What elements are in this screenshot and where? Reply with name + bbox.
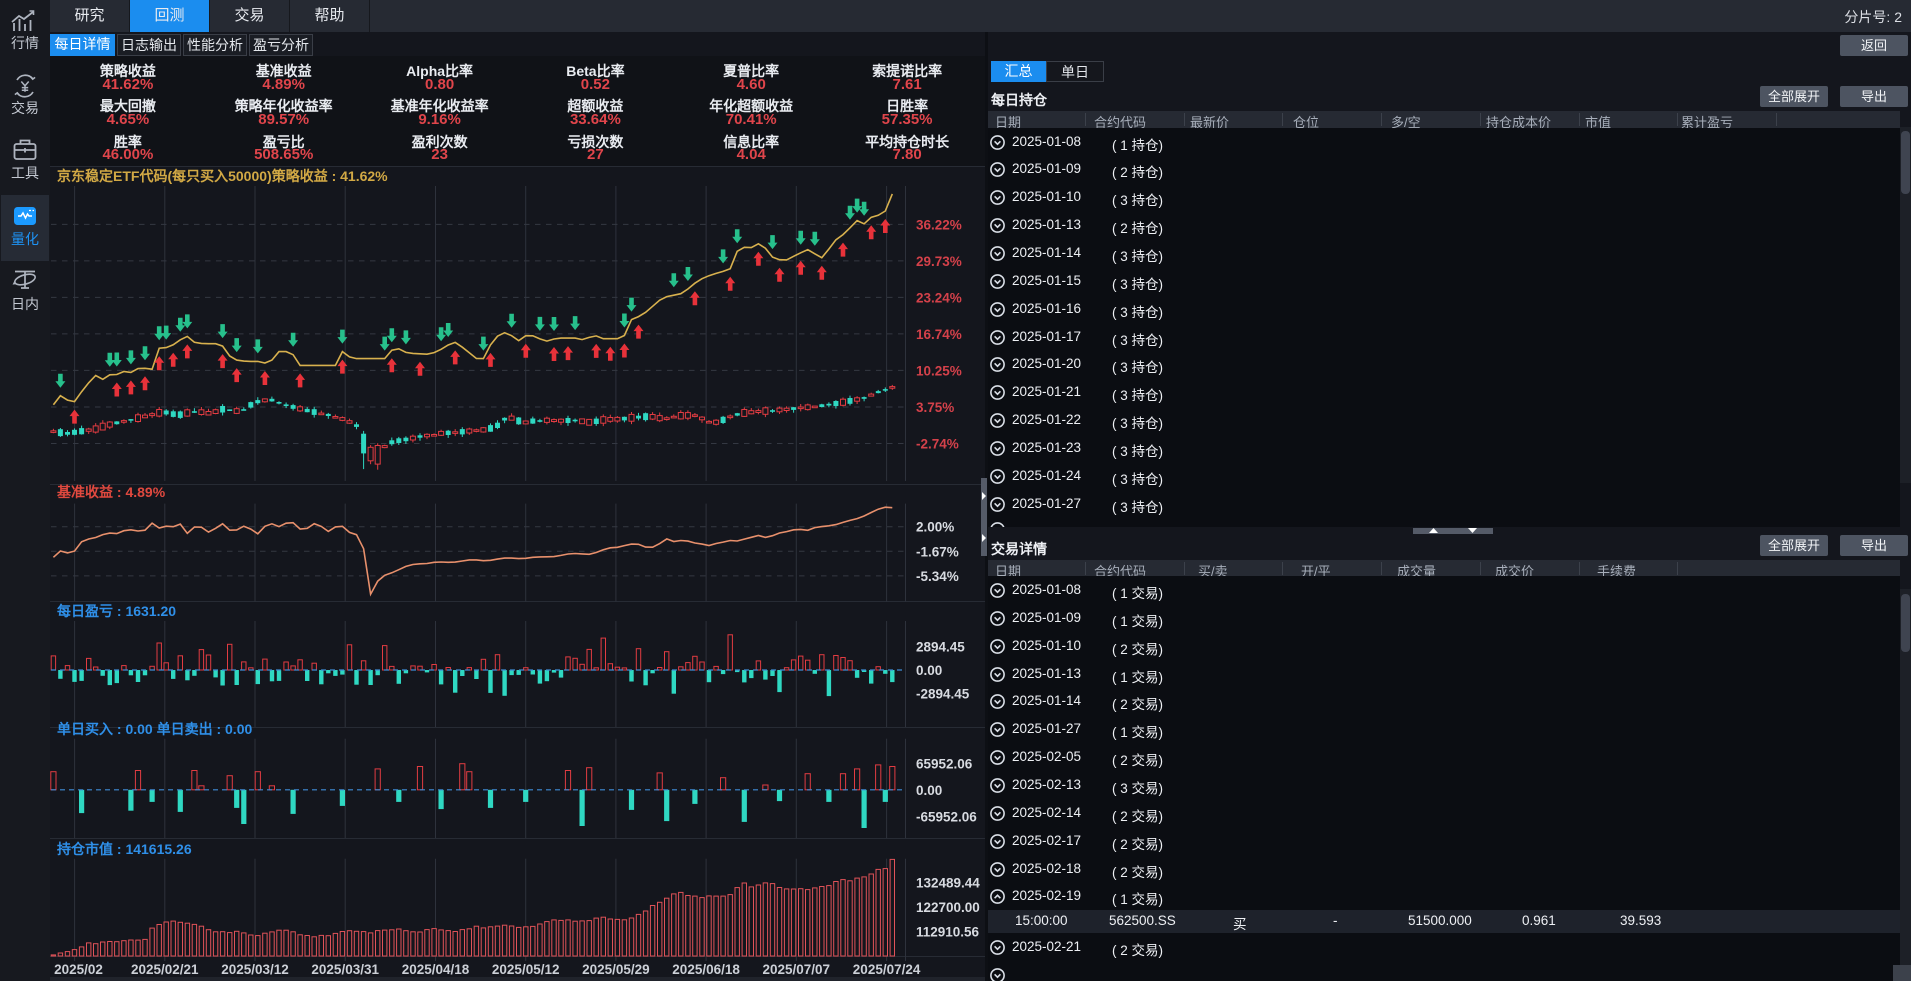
svg-text:0.00: 0.00 bbox=[916, 663, 942, 678]
svg-text:-1.67%: -1.67% bbox=[916, 544, 959, 559]
svg-text:单日买入 : 0.00 单日卖出 : 0.00: 单日买入 : 0.00 单日卖出 : 0.00 bbox=[57, 721, 252, 737]
svg-text:10.25%: 10.25% bbox=[916, 363, 962, 378]
svg-text:-65952.06: -65952.06 bbox=[916, 809, 977, 824]
svg-text:2025/05/12: 2025/05/12 bbox=[492, 962, 560, 977]
svg-text:112910.56: 112910.56 bbox=[916, 925, 980, 940]
svg-text:132489.44: 132489.44 bbox=[916, 875, 980, 890]
svg-text:京东稳定ETF代码(每只买入50000)策略收益 : 41.: 京东稳定ETF代码(每只买入50000)策略收益 : 41.62% bbox=[57, 168, 388, 184]
svg-text:2.00%: 2.00% bbox=[916, 520, 954, 535]
svg-text:每日盈亏 : 1631.20: 每日盈亏 : 1631.20 bbox=[57, 603, 176, 619]
svg-text:16.74%: 16.74% bbox=[916, 327, 962, 342]
svg-text:29.73%: 29.73% bbox=[916, 254, 962, 269]
svg-text:3.75%: 3.75% bbox=[916, 400, 954, 415]
svg-text:122700.00: 122700.00 bbox=[916, 900, 980, 915]
svg-text:2025/02/21: 2025/02/21 bbox=[131, 962, 199, 977]
svg-text:持仓市值 : 141615.26: 持仓市值 : 141615.26 bbox=[57, 841, 192, 857]
svg-text:2894.45: 2894.45 bbox=[916, 639, 965, 654]
svg-text:2025/03/12: 2025/03/12 bbox=[221, 962, 289, 977]
svg-text:23.24%: 23.24% bbox=[916, 290, 962, 305]
svg-text:-5.34%: -5.34% bbox=[916, 569, 959, 584]
svg-text:-2894.45: -2894.45 bbox=[916, 687, 970, 702]
svg-text:0.00: 0.00 bbox=[916, 783, 942, 798]
svg-text:2025/06/18: 2025/06/18 bbox=[672, 962, 740, 977]
svg-text:2025/04/18: 2025/04/18 bbox=[402, 962, 470, 977]
svg-text:-2.74%: -2.74% bbox=[916, 437, 959, 452]
svg-text:2025/02: 2025/02 bbox=[54, 962, 103, 977]
svg-text:2025/05/29: 2025/05/29 bbox=[582, 962, 650, 977]
svg-text:2025/07/24: 2025/07/24 bbox=[853, 962, 921, 977]
svg-text:2025/07/07: 2025/07/07 bbox=[763, 962, 831, 977]
svg-text:65952.06: 65952.06 bbox=[916, 756, 973, 771]
svg-text:2025/03/31: 2025/03/31 bbox=[311, 962, 379, 977]
svg-text:36.22%: 36.22% bbox=[916, 217, 962, 232]
svg-text:基准收益 : 4.89%: 基准收益 : 4.89% bbox=[57, 484, 166, 500]
